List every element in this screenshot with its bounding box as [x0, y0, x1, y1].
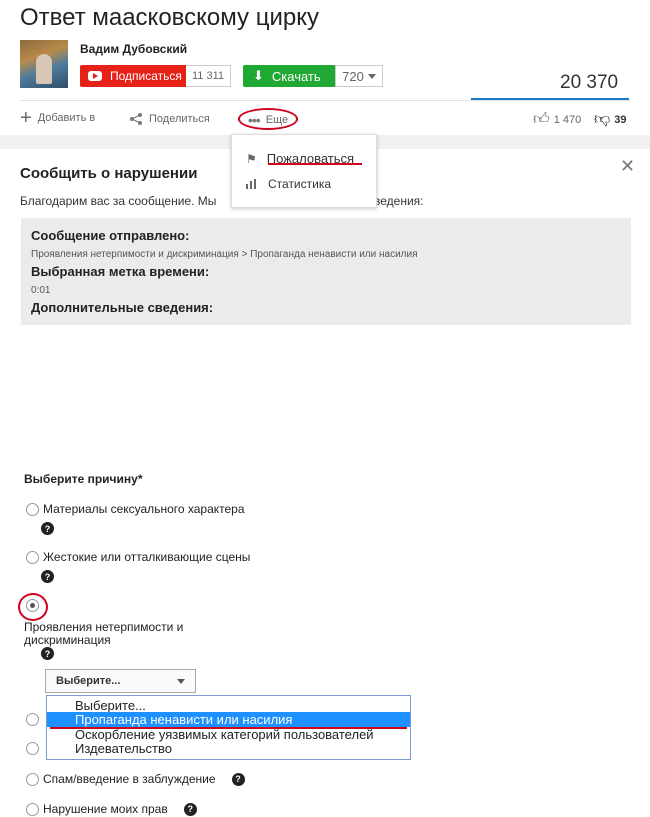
- reason-option-rights[interactable]: Нарушение моих прав ?: [26, 802, 197, 816]
- help-icon[interactable]: ?: [41, 522, 54, 535]
- dropdown-option[interactable]: Издевательство: [47, 741, 410, 756]
- timestamp-heading: Выбранная метка времени:: [31, 264, 210, 279]
- reason-option-sexual[interactable]: Материалы сексуального характера: [26, 502, 245, 516]
- add-to-label: Добавить в: [37, 112, 96, 124]
- download-label: Скачать: [271, 68, 321, 84]
- annotation-underline-report: [268, 163, 362, 165]
- dropdown-option[interactable]: Оскорбление уязвимых категорий пользоват…: [47, 727, 410, 742]
- extra-heading: Дополнительные сведения:: [31, 300, 214, 315]
- reason-option-spam[interactable]: Спам/введение в заблуждение ?: [26, 772, 245, 786]
- view-count: 20 370: [560, 72, 619, 93]
- quality-value: 720: [342, 68, 364, 84]
- plus-icon: +: [20, 107, 32, 129]
- share-icon: [130, 113, 142, 125]
- annotation-ellipse-more: [238, 108, 298, 130]
- select-value: Выберите...: [56, 675, 121, 687]
- divider: [20, 100, 630, 101]
- stats-icon: [246, 179, 256, 189]
- radio-button[interactable]: [26, 713, 39, 726]
- channel-name[interactable]: Вадим Дубовский: [80, 42, 187, 56]
- channel-avatar[interactable]: [20, 40, 68, 88]
- sent-heading: Сообщение отправлено:: [31, 228, 190, 243]
- menu-item-label: Статистика: [268, 177, 332, 191]
- quality-select[interactable]: 720: [335, 65, 383, 87]
- reason-option-violent[interactable]: Жестокие или отталкивающие сцены: [26, 550, 250, 564]
- thumbs-down-icon: 👎︎: [594, 111, 611, 128]
- dropdown-option[interactable]: Выберите...: [47, 698, 410, 713]
- annotation-underline-option: [50, 727, 407, 729]
- dropdown-option-highlighted[interactable]: Пропаганда ненависти или насилия: [47, 712, 410, 727]
- help-icon[interactable]: ?: [41, 570, 54, 583]
- help-icon[interactable]: ?: [183, 802, 197, 816]
- share-button[interactable]: Поделиться: [129, 112, 210, 126]
- option-label-line2: дискриминация: [24, 633, 111, 647]
- chevron-down-icon: [177, 678, 185, 684]
- option-label-line1: Проявления нетерпимости и: [24, 620, 184, 634]
- reason-title: Выберите причину*: [24, 472, 143, 486]
- thumbs-up-icon: 👍︎: [533, 111, 550, 128]
- thanks-text: Благодарим вас за сообщение. Мы: [20, 194, 217, 208]
- annotation-ellipse-radio: [18, 593, 48, 621]
- radio-button[interactable]: [26, 550, 39, 564]
- radio-button[interactable]: [26, 742, 39, 755]
- subscribe-button[interactable]: Подписаться: [80, 65, 186, 87]
- youtube-logo-icon: [88, 71, 102, 81]
- help-icon[interactable]: ?: [231, 772, 245, 786]
- option-label: Нарушение моих прав: [43, 802, 168, 816]
- option-label: Материалы сексуального характера: [43, 502, 245, 516]
- dislike-button[interactable]: 👎︎ 39: [594, 110, 627, 129]
- option-label: Спам/введение в заблуждение: [43, 772, 216, 786]
- more-menu: ⚑ Пожаловаться Статистика: [231, 134, 377, 208]
- like-count: 1 470: [553, 113, 582, 126]
- subscriber-count: 11 311: [186, 65, 231, 87]
- help-icon[interactable]: ?: [41, 647, 54, 660]
- close-icon[interactable]: ✕: [620, 156, 635, 177]
- chevron-down-icon: [367, 73, 376, 79]
- report-summary: Сообщение отправлено: Проявления нетерпи…: [21, 218, 631, 325]
- radio-button[interactable]: [26, 802, 39, 816]
- share-label: Поделиться: [149, 113, 210, 125]
- timestamp-value: 0:01: [31, 285, 51, 296]
- menu-item-stats[interactable]: Статистика: [246, 177, 331, 191]
- dislike-count: 39: [614, 113, 627, 126]
- video-title: Ответ маасковскому цирку: [20, 4, 319, 31]
- sent-value: Проявления нетерпимости и дискриминация …: [31, 249, 418, 260]
- radio-button[interactable]: [26, 772, 39, 786]
- add-to-button[interactable]: + Добавить в: [20, 107, 96, 129]
- download-arrow-icon: ⬇: [253, 68, 264, 83]
- radio-button[interactable]: [26, 502, 39, 516]
- flag-icon: ⚑: [246, 151, 257, 166]
- option-label: Жестокие или отталкивающие сцены: [43, 550, 251, 564]
- report-title: Сообщить о нарушении: [20, 165, 198, 182]
- like-button[interactable]: 👍︎ 1 470: [533, 110, 581, 129]
- subscribe-label: Подписаться: [110, 69, 182, 83]
- subreason-select[interactable]: Выберите...: [45, 669, 196, 693]
- download-button[interactable]: ⬇ Скачать: [243, 65, 335, 87]
